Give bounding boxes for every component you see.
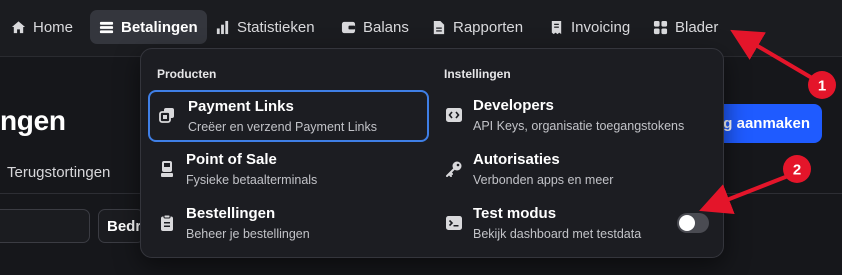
nav-betalingen[interactable]: Betalingen bbox=[90, 10, 207, 44]
subnav-tab-terugstortingen[interactable]: Terugstortingen bbox=[7, 164, 110, 181]
terminal-prompt-icon bbox=[446, 216, 462, 230]
menu-item-title: Bestellingen bbox=[186, 205, 276, 222]
payment-links-icon bbox=[159, 108, 174, 123]
nav-betalingen-label: Betalingen bbox=[121, 18, 198, 36]
terminal-icon bbox=[161, 161, 173, 177]
bar-chart-icon bbox=[216, 20, 229, 34]
search-input[interactable] bbox=[0, 209, 90, 243]
menu-item-description: API Keys, organisatie toegangstokens bbox=[473, 119, 685, 133]
menu-item-description: Bekijk dashboard met testdata bbox=[473, 227, 642, 241]
menu-item-title: Developers bbox=[473, 97, 554, 114]
nav-statistieken-label: Statistieken bbox=[237, 18, 315, 36]
nav-rapporten-label: Rapporten bbox=[453, 18, 524, 36]
menu-item-description: Beheer je bestellingen bbox=[186, 227, 310, 241]
document-icon bbox=[433, 20, 445, 34]
menu-item-payment-links[interactable]: Payment Links Creëer en verzend Payment … bbox=[148, 90, 429, 142]
menu-item-autorisaties[interactable]: Autorisaties Verbonden apps en meer bbox=[435, 144, 715, 196]
menu-item-point-of-sale[interactable]: Point of Sale Fysieke betaalterminals bbox=[148, 144, 429, 196]
menu-item-bestellingen[interactable]: Bestellingen Beheer je bestellingen bbox=[148, 198, 429, 250]
nav-statistieken[interactable]: Statistieken bbox=[206, 10, 324, 44]
nav-blader-label: Blader bbox=[675, 18, 719, 36]
nav-blader[interactable]: Blader bbox=[644, 10, 727, 44]
key-icon bbox=[446, 161, 462, 177]
menu-item-title: Point of Sale bbox=[186, 151, 277, 168]
receipt-icon bbox=[551, 20, 562, 34]
nav-invoicing-label: Invoicing bbox=[571, 18, 631, 36]
menu-item-title: Payment Links bbox=[188, 98, 294, 115]
wallet-icon bbox=[341, 21, 356, 33]
section-heading-producten: Producten bbox=[157, 67, 217, 81]
toggle-knob bbox=[679, 215, 695, 231]
page-title: ngen bbox=[0, 105, 66, 136]
menu-item-description: Fysieke betaalterminals bbox=[186, 173, 318, 187]
code-icon bbox=[446, 108, 462, 122]
clipboard-icon bbox=[161, 214, 173, 231]
home-icon bbox=[11, 20, 26, 33]
section-heading-instellingen: Instellingen bbox=[444, 67, 511, 81]
nav-home[interactable]: Home bbox=[2, 10, 82, 44]
test-mode-toggle[interactable] bbox=[677, 213, 709, 233]
nav-invoicing[interactable]: Invoicing bbox=[540, 10, 639, 44]
menu-item-description: Creëer en verzend Payment Links bbox=[188, 120, 377, 134]
nav-balans-label: Balans bbox=[363, 18, 409, 36]
amount-filter-button[interactable]: Bedra bbox=[98, 209, 144, 243]
nav-balans[interactable]: Balans bbox=[332, 10, 418, 44]
menu-item-test-modus[interactable]: Test modus Bekijk dashboard met testdata bbox=[435, 198, 715, 250]
menu-item-description: Verbonden apps en meer bbox=[473, 173, 614, 187]
payments-icon bbox=[99, 21, 114, 33]
nav-home-label: Home bbox=[33, 18, 74, 36]
payments-dropdown-menu: Producten Instellingen Payment Links Cre… bbox=[140, 48, 724, 258]
menu-item-title: Test modus bbox=[473, 205, 557, 222]
menu-item-developers[interactable]: Developers API Keys, organisatie toegang… bbox=[435, 90, 715, 142]
nav-rapporten[interactable]: Rapporten bbox=[422, 10, 532, 44]
grid-icon bbox=[653, 20, 668, 34]
menu-item-title: Autorisaties bbox=[473, 151, 560, 168]
